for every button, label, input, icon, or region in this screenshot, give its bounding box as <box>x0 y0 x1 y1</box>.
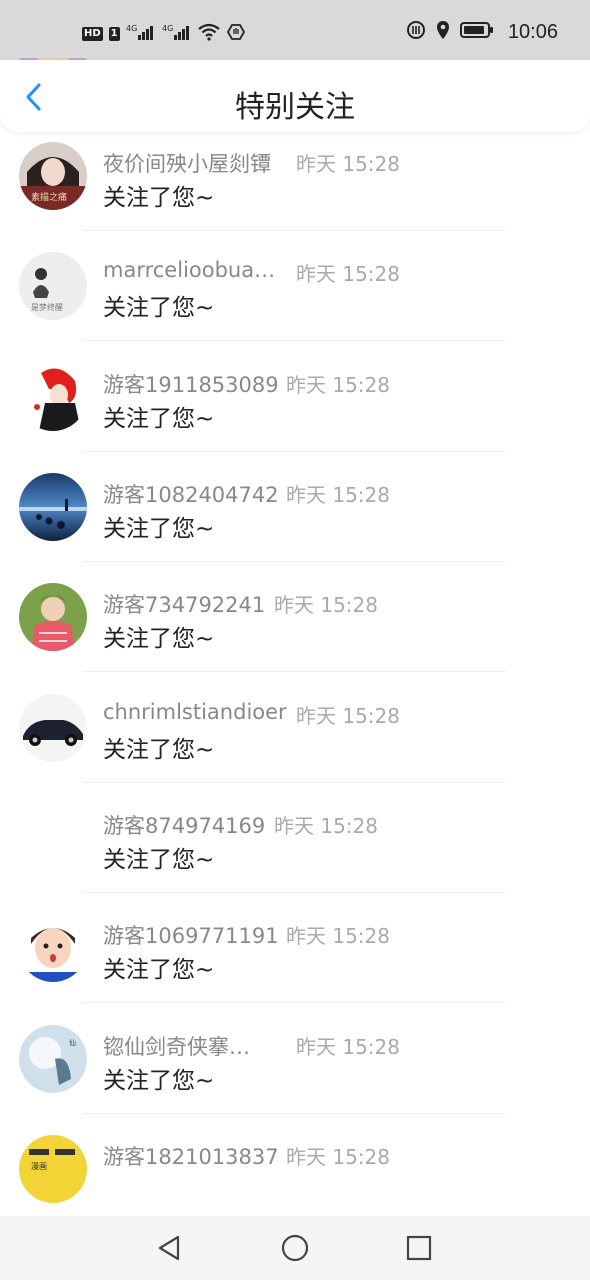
list-item[interactable]: 游客874974169 昨天 15:28 关注了您~ <box>0 782 590 893</box>
avatar[interactable]: 是梦终醒 <box>19 252 87 320</box>
message-text: 关注了您~ <box>103 295 215 321</box>
status-right-group: 10:06 <box>406 20 558 44</box>
message-text: 关注了您~ <box>103 957 215 983</box>
recents-square-icon <box>406 1235 432 1261</box>
app-header: 特别关注 <box>0 60 590 132</box>
user-name[interactable]: chnrimlstiandioer <box>103 700 287 724</box>
avatar[interactable] <box>19 363 87 431</box>
user-name[interactable]: 游客1911853089 <box>103 369 279 399</box>
avatar[interactable]: 仙 <box>19 1025 87 1093</box>
svg-text:4G: 4G <box>126 24 137 33</box>
list-item[interactable]: 游客1082404742 昨天 15:28 关注了您~ <box>0 451 590 562</box>
status-bar: HD 1 4G 4G 10:06 <box>0 0 590 60</box>
message-text: 关注了您~ <box>103 516 215 542</box>
timestamp: 昨天 15:28 <box>286 373 390 397</box>
list-item[interactable]: 游客1069771191 昨天 15:28 关注了您~ <box>0 892 590 1003</box>
clock-time: 10:06 <box>507 20 558 43</box>
timestamp: 昨天 15:28 <box>286 924 390 948</box>
nav-back-button[interactable] <box>151 1230 187 1266</box>
svg-text:是梦终醒: 是梦终醒 <box>31 302 63 312</box>
message-text: 关注了您~ <box>103 406 215 432</box>
message-text: 关注了您~ <box>103 626 215 652</box>
svg-text:漫画: 漫画 <box>31 1161 47 1171</box>
list-item[interactable]: 仙 锪仙剑奇侠搴… 昨天 15:28 关注了您~ <box>0 1003 590 1114</box>
timestamp: 昨天 15:28 <box>296 704 400 728</box>
nfc-icon <box>406 20 426 44</box>
system-nav-bar <box>0 1216 590 1280</box>
user-name[interactable]: 游客874974169 <box>103 810 265 840</box>
timestamp: 昨天 15:28 <box>274 593 378 617</box>
message-text: 关注了您~ <box>103 1068 215 1094</box>
avatar[interactable]: 漫画 <box>19 1135 87 1203</box>
svg-text:4G: 4G <box>162 24 173 33</box>
home-circle-icon <box>281 1234 309 1262</box>
svg-text:素描之痛: 素描之痛 <box>31 191 67 203</box>
back-triangle-icon <box>158 1235 180 1261</box>
sim-badge: 1 <box>108 26 120 41</box>
user-name[interactable]: 游客734792241 <box>103 589 265 619</box>
avatar[interactable] <box>19 583 87 651</box>
avatar[interactable] <box>19 694 87 762</box>
signal-icon: 4G <box>162 23 192 44</box>
user-name[interactable]: marrcelioobua… <box>103 258 275 282</box>
message-text: 关注了您~ <box>103 185 215 211</box>
nav-recents-button[interactable] <box>401 1230 437 1266</box>
timestamp: 昨天 15:28 <box>274 814 378 838</box>
nav-home-button[interactable] <box>277 1230 313 1266</box>
avatar[interactable] <box>19 914 87 982</box>
location-icon <box>436 20 450 44</box>
hand-icon <box>226 22 246 45</box>
user-name[interactable]: 游客1821013837 <box>103 1141 279 1171</box>
avatar[interactable] <box>19 804 87 872</box>
timestamp: 昨天 15:28 <box>296 152 400 176</box>
user-name[interactable]: 游客1082404742 <box>103 479 279 509</box>
follow-list[interactable]: 关注了您~素描之痛夜价间殃小屋剡镡昨天 15:28关注了您~是梦终醒marrce… <box>0 58 590 1216</box>
list-item[interactable]: 游客734792241 昨天 15:28 关注了您~ <box>0 561 590 672</box>
message-text: 关注了您~ <box>103 847 215 873</box>
user-name[interactable]: 夜价间殃小屋剡镡 <box>103 148 271 178</box>
signal-icon: 4G <box>126 23 156 44</box>
avatar[interactable] <box>19 473 87 541</box>
list-item[interactable]: 游客1911853089 昨天 15:28 关注了您~ <box>0 341 590 452</box>
list-item[interactable]: 漫画 游客1821013837 昨天 15:28 <box>0 1113 590 1216</box>
status-left-group: HD 1 4G 4G <box>82 22 246 45</box>
svg-text:仙: 仙 <box>69 1038 76 1047</box>
timestamp: 昨天 15:28 <box>286 483 390 507</box>
list-item[interactable]: chnrimlstiandioer 昨天 15:28 关注了您~ <box>0 672 590 783</box>
timestamp: 昨天 15:28 <box>296 262 400 286</box>
user-name[interactable]: 锪仙剑奇侠搴… <box>103 1031 250 1061</box>
wifi-icon <box>197 23 220 44</box>
avatar[interactable]: 素描之痛 <box>19 142 87 210</box>
message-text: 关注了您~ <box>103 737 215 763</box>
battery-icon <box>459 21 494 43</box>
timestamp: 昨天 15:28 <box>296 1035 400 1059</box>
user-name[interactable]: 游客1069771191 <box>103 920 279 950</box>
timestamp: 昨天 15:28 <box>286 1145 390 1169</box>
list-item[interactable]: 素描之痛 夜价间殃小屋剡镡 昨天 15:28 关注了您~ <box>0 120 590 231</box>
hd-icon: HD <box>82 26 103 41</box>
page-title: 特别关注 <box>235 90 355 125</box>
list-item[interactable]: 是梦终醒 marrcelioobua… 昨天 15:28 关注了您~ <box>0 230 590 341</box>
